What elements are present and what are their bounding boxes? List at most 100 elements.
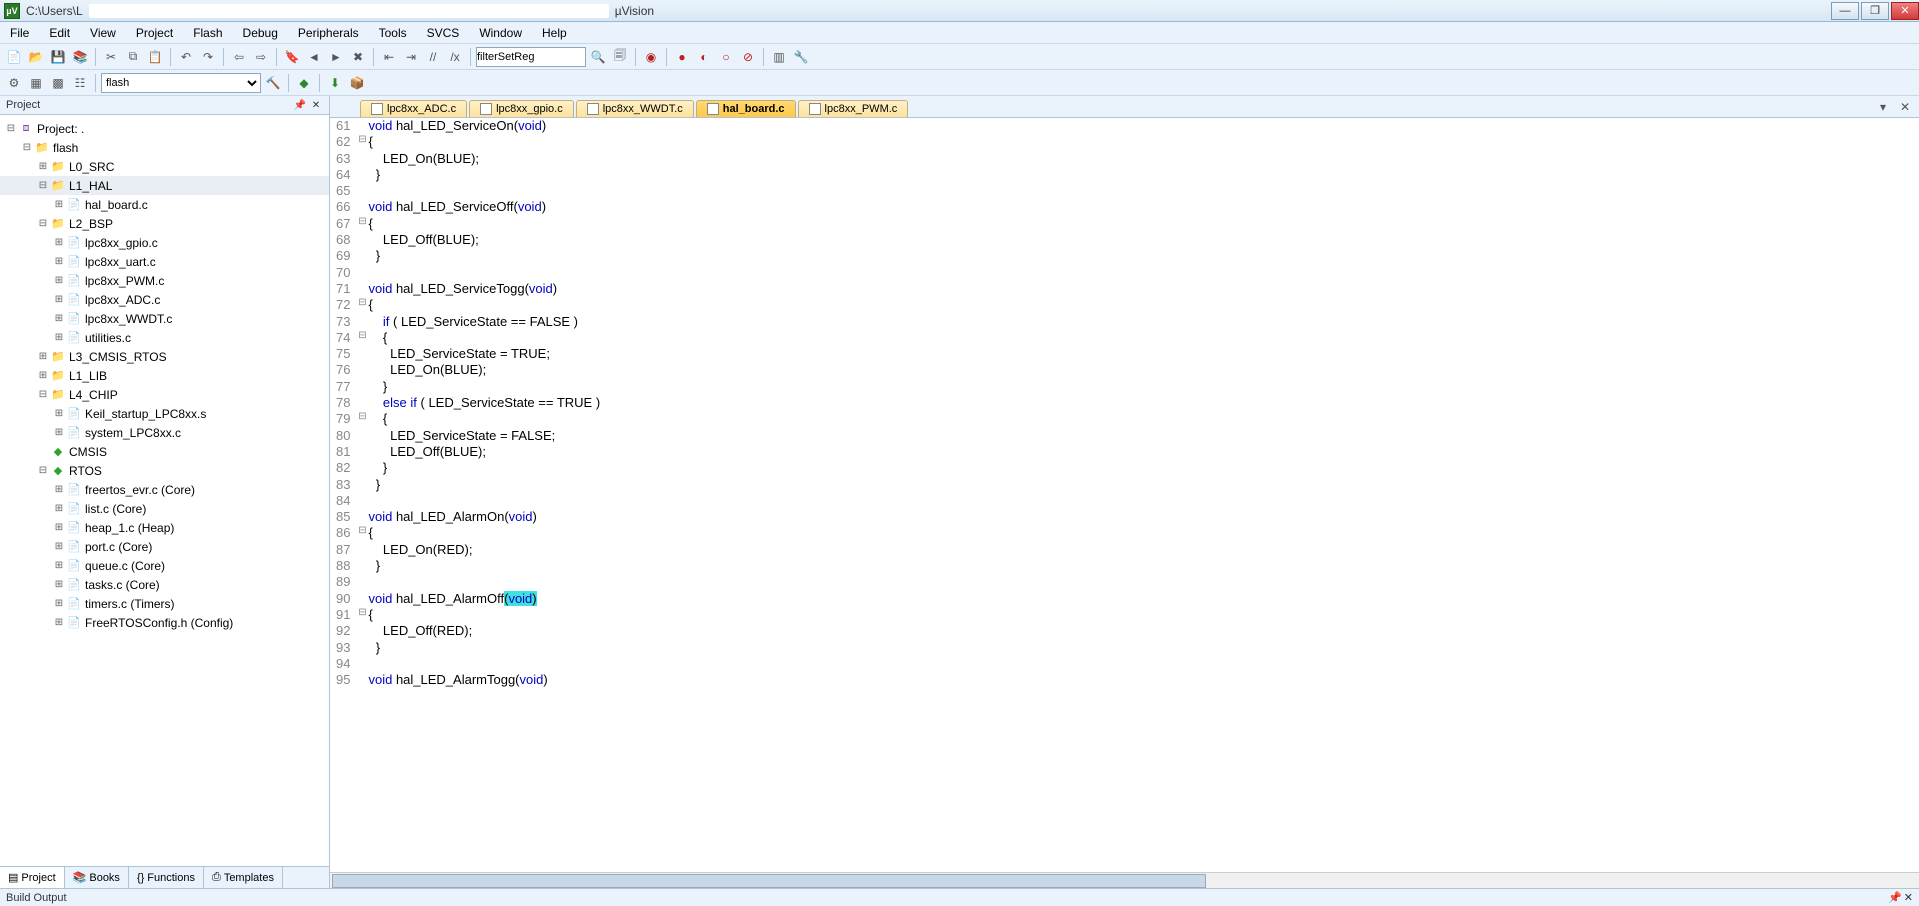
tree-file-hal_board.c[interactable]: ⊞hal_board.c — [0, 195, 329, 214]
cut-icon[interactable]: ✂ — [101, 47, 121, 67]
tree-project-root[interactable]: ⊟Project: . — [0, 119, 329, 138]
tree-file-tasks.c (Core)[interactable]: ⊞tasks.c (Core) — [0, 575, 329, 594]
menu-help[interactable]: Help — [532, 24, 577, 42]
tree-group-L1_HAL[interactable]: ⊟L1_HAL — [0, 176, 329, 195]
maximize-button[interactable]: ❐ — [1861, 2, 1889, 20]
tree-file-list.c (Core)[interactable]: ⊞list.c (Core) — [0, 499, 329, 518]
pack-installer-icon[interactable]: 📦 — [347, 73, 367, 93]
menu-flash[interactable]: Flash — [183, 24, 232, 42]
panel-pin-icon[interactable]: 📌 — [293, 98, 307, 112]
menu-edit[interactable]: Edit — [39, 24, 80, 42]
debug-icon[interactable]: ◉ — [641, 47, 661, 67]
tree-file-lpc8xx_uart.c[interactable]: ⊞lpc8xx_uart.c — [0, 252, 329, 271]
options-icon[interactable]: 🔨 — [263, 73, 283, 93]
save-all-icon[interactable]: 📚 — [70, 47, 90, 67]
editor-tab-lpc8xx_ADC.c[interactable]: lpc8xx_ADC.c — [360, 100, 467, 117]
breakpoint-toggle-icon[interactable]: ◐ — [694, 47, 714, 67]
batch-build-icon[interactable]: ☷ — [70, 73, 90, 93]
find-icon[interactable]: 🔍 — [588, 47, 608, 67]
tree-file-queue.c (Core)[interactable]: ⊞queue.c (Core) — [0, 556, 329, 575]
editor-tab-lpc8xx_WWDT.c[interactable]: lpc8xx_WWDT.c — [576, 100, 694, 117]
nav-back-icon[interactable]: ⇦ — [229, 47, 249, 67]
indent-right-icon[interactable]: ⇥ — [401, 47, 421, 67]
tree-file-lpc8xx_PWM.c[interactable]: ⊞lpc8xx_PWM.c — [0, 271, 329, 290]
menu-window[interactable]: Window — [469, 24, 532, 42]
minimize-button[interactable]: — — [1831, 2, 1859, 20]
sidetab-project[interactable]: ▤Project — [0, 867, 65, 888]
paste-icon[interactable]: 📋 — [145, 47, 165, 67]
tree-file-lpc8xx_WWDT.c[interactable]: ⊞lpc8xx_WWDT.c — [0, 309, 329, 328]
tree-file-lpc8xx_ADC.c[interactable]: ⊞lpc8xx_ADC.c — [0, 290, 329, 309]
window-layout-icon[interactable]: ▥ — [769, 47, 789, 67]
tree-group-L0_SRC[interactable]: ⊞L0_SRC — [0, 157, 329, 176]
tab-dropdown-icon[interactable]: ▾ — [1873, 97, 1893, 117]
menu-svcs[interactable]: SVCS — [417, 24, 470, 42]
nav-fwd-icon[interactable]: ⇨ — [251, 47, 271, 67]
tree-file-lpc8xx_gpio.c[interactable]: ⊞lpc8xx_gpio.c — [0, 233, 329, 252]
open-file-icon[interactable]: 📂 — [26, 47, 46, 67]
uncomment-icon[interactable]: /x — [445, 47, 465, 67]
build-icon[interactable]: ▦ — [26, 73, 46, 93]
sidetab-templates[interactable]: ⎙Templates — [204, 867, 283, 888]
translate-icon[interactable]: ⚙ — [4, 73, 24, 93]
comment-icon[interactable]: // — [423, 47, 443, 67]
undo-icon[interactable]: ↶ — [176, 47, 196, 67]
tree-comp-CMSIS[interactable]: CMSIS — [0, 442, 329, 461]
bookmark-icon[interactable]: 🔖 — [282, 47, 302, 67]
config-icon[interactable]: 🔧 — [791, 47, 811, 67]
sidetab-functions[interactable]: {}Functions — [129, 867, 204, 888]
menu-debug[interactable]: Debug — [233, 24, 288, 42]
target-combo[interactable]: flash — [101, 73, 261, 93]
rebuild-icon[interactable]: ▩ — [48, 73, 68, 93]
editor-hscroll[interactable] — [330, 872, 1919, 888]
tree-file-freertos_evr.c (Core)[interactable]: ⊞freertos_evr.c (Core) — [0, 480, 329, 499]
tree-comp-RTOS[interactable]: ⊟RTOS — [0, 461, 329, 480]
editor-tab-hal_board.c[interactable]: hal_board.c — [696, 100, 796, 117]
tree-group-L4_CHIP[interactable]: ⊟L4_CHIP — [0, 385, 329, 404]
menu-peripherals[interactable]: Peripherals — [288, 24, 369, 42]
editor-tab-lpc8xx_PWM.c[interactable]: lpc8xx_PWM.c — [798, 100, 909, 117]
tree-group-L3_CMSIS_RTOS[interactable]: ⊞L3_CMSIS_RTOS — [0, 347, 329, 366]
tree-file-Keil_startup_LPC8xx.s[interactable]: ⊞Keil_startup_LPC8xx.s — [0, 404, 329, 423]
breakpoint-disable-icon[interactable]: ○ — [716, 47, 736, 67]
find-in-files-icon[interactable]: 🗐 — [610, 47, 630, 67]
tree-file-heap_1.c (Heap)[interactable]: ⊞heap_1.c (Heap) — [0, 518, 329, 537]
manage-rte-icon[interactable]: ◆ — [294, 73, 314, 93]
tab-close-icon[interactable]: ✕ — [1895, 97, 1915, 117]
editor-tab-lpc8xx_gpio.c[interactable]: lpc8xx_gpio.c — [469, 100, 574, 117]
output-pin-icon[interactable]: 📌 — [1888, 891, 1902, 904]
hscroll-thumb[interactable] — [332, 874, 1206, 888]
download-icon[interactable]: ⬇ — [325, 73, 345, 93]
code-lines[interactable]: void hal_LED_ServiceOn(void){ LED_On(BLU… — [368, 118, 1919, 872]
tree-file-utilities.c[interactable]: ⊞utilities.c — [0, 328, 329, 347]
project-tree[interactable]: ⊟Project: .⊟flash⊞L0_SRC⊟L1_HAL⊞hal_boar… — [0, 115, 329, 866]
close-button[interactable]: ✕ — [1891, 2, 1919, 20]
breakpoint-icon[interactable]: ● — [672, 47, 692, 67]
tree-target[interactable]: ⊟flash — [0, 138, 329, 157]
tree-group-L2_BSP[interactable]: ⊟L2_BSP — [0, 214, 329, 233]
output-close-icon[interactable]: ✕ — [1904, 891, 1913, 904]
bookmark-clear-icon[interactable]: ✖ — [348, 47, 368, 67]
menu-tools[interactable]: Tools — [369, 24, 417, 42]
bookmark-next-icon[interactable]: ► — [326, 47, 346, 67]
menu-project[interactable]: Project — [126, 24, 183, 42]
find-combo[interactable] — [476, 47, 586, 67]
tree-file-timers.c (Timers)[interactable]: ⊞timers.c (Timers) — [0, 594, 329, 613]
fold-gutter[interactable]: ⊟⊟⊟⊟⊟⊟⊟ — [356, 118, 368, 872]
tree-file-system_LPC8xx.c[interactable]: ⊞system_LPC8xx.c — [0, 423, 329, 442]
redo-icon[interactable]: ↷ — [198, 47, 218, 67]
tree-group-L1_LIB[interactable]: ⊞L1_LIB — [0, 366, 329, 385]
panel-close-icon[interactable]: ✕ — [309, 98, 323, 112]
tree-file-FreeRTOSConfig.h (Config)[interactable]: ⊞FreeRTOSConfig.h (Config) — [0, 613, 329, 632]
copy-icon[interactable]: ⧉ — [123, 47, 143, 67]
menu-view[interactable]: View — [80, 24, 126, 42]
menu-file[interactable]: File — [0, 24, 39, 42]
bookmark-prev-icon[interactable]: ◄ — [304, 47, 324, 67]
code-editor[interactable]: 6162636465666768697071727374757677787980… — [330, 118, 1919, 872]
save-icon[interactable]: 💾 — [48, 47, 68, 67]
breakpoint-kill-icon[interactable]: ⊘ — [738, 47, 758, 67]
new-file-icon[interactable]: 📄 — [4, 47, 24, 67]
tree-file-port.c (Core)[interactable]: ⊞port.c (Core) — [0, 537, 329, 556]
sidetab-books[interactable]: 📚Books — [65, 867, 129, 888]
indent-left-icon[interactable]: ⇤ — [379, 47, 399, 67]
